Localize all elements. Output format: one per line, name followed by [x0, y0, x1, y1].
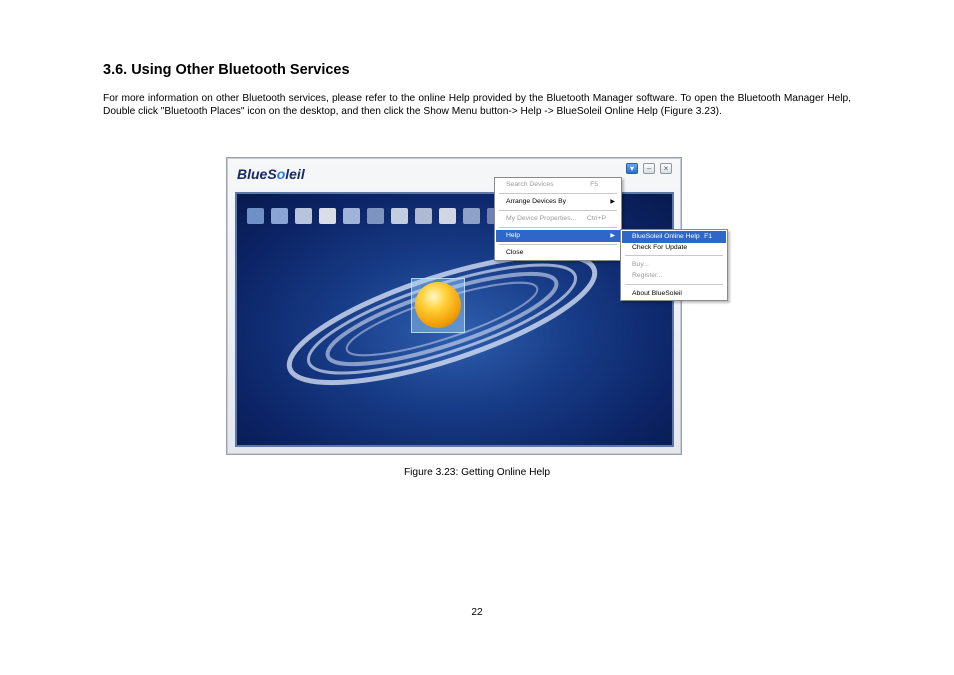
minimize-button[interactable]: –	[643, 163, 655, 174]
menu-separator	[499, 244, 617, 245]
device-icon[interactable]	[415, 208, 432, 224]
device-icon[interactable]	[319, 208, 336, 224]
show-menu-button[interactable]: ▾	[626, 163, 638, 174]
device-icon[interactable]	[391, 208, 408, 224]
menu-separator	[499, 210, 617, 211]
menu-separator	[625, 284, 723, 285]
device-icon[interactable]	[271, 208, 288, 224]
help-submenu-popup: BlueSoleil Online Help F1 Check For Updat…	[620, 229, 728, 301]
section-heading: 3.6. Using Other Bluetooth Services	[103, 62, 350, 78]
device-icon[interactable]	[463, 208, 480, 224]
submenu-arrow-icon: ▶	[610, 199, 615, 205]
device-icon[interactable]	[439, 208, 456, 224]
device-icon[interactable]	[247, 208, 264, 224]
menu-item-my-device-properties[interactable]: My Device Properties... Ctrl+P	[496, 213, 620, 225]
menu-separator	[499, 227, 617, 228]
menu-item-register[interactable]: Register...	[622, 270, 726, 282]
menu-item-arrange-devices-by[interactable]: Arrange Devices By ▶	[496, 196, 620, 208]
close-button[interactable]: ×	[660, 163, 672, 174]
body-paragraph: For more information on other Bluetooth …	[103, 93, 851, 117]
show-menu-popup: Search Devices F5 Arrange Devices By ▶ My …	[494, 177, 622, 261]
menu-item-close[interactable]: Close	[496, 247, 620, 259]
menu-separator	[499, 193, 617, 194]
local-device-orb[interactable]	[411, 278, 465, 333]
menu-item-check-for-update[interactable]: Check For Update	[622, 242, 726, 254]
orb-icon	[415, 282, 461, 328]
device-icon[interactable]	[343, 208, 360, 224]
submenu-arrow-icon: ▶	[610, 233, 615, 239]
device-icon[interactable]	[295, 208, 312, 224]
bluesoleil-logo: BlueSoleil	[237, 166, 305, 182]
page-number: 22	[471, 607, 483, 618]
device-icon[interactable]	[367, 208, 384, 224]
menu-item-search-devices[interactable]: Search Devices F5	[496, 179, 620, 191]
menu-item-help[interactable]: Help ▶	[496, 230, 620, 242]
menu-separator	[625, 255, 723, 256]
menu-item-about-bluesoleil[interactable]: About BlueSoleil	[622, 288, 726, 300]
figure-caption: Figure 3.23: Getting Online Help	[403, 467, 551, 478]
